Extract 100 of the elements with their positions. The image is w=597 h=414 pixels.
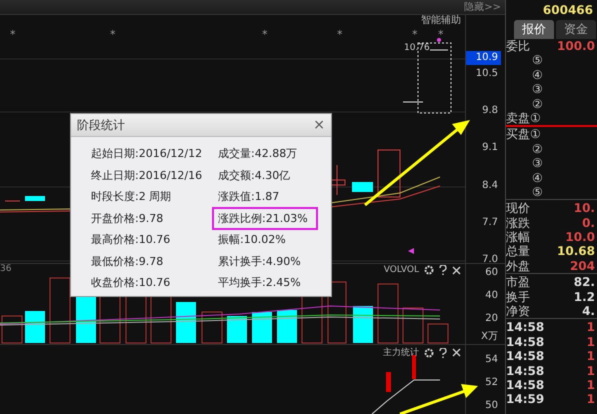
order-level: ⑤ [531, 184, 543, 200]
axis-label: 10.5 [474, 67, 499, 81]
hide-button[interactable]: 隐藏>> [464, 0, 501, 14]
assist-label: 智能辅助 [421, 15, 461, 27]
axis-label: 10.9 [466, 51, 501, 65]
candle [352, 182, 373, 192]
order-level: ④ [531, 68, 543, 82]
indicator-title: VOLVOL [384, 265, 419, 275]
trade-value: 1 [586, 364, 596, 378]
axis-label: 50 [484, 399, 499, 413]
volume-bar [402, 308, 424, 344]
axis-label: 9.8 [481, 104, 499, 118]
axis-label: 54 [484, 353, 499, 367]
tab[interactable]: 报价 [514, 20, 554, 39]
dialog-title: 阶段统计 [77, 116, 125, 134]
quote-value: 0. [582, 216, 596, 230]
order-level: ② [531, 96, 543, 111]
trade-time: 14:58 [506, 320, 544, 335]
chart-marker: * [110, 29, 116, 40]
force-bar [386, 372, 391, 392]
chart-marker: * [337, 29, 342, 40]
axis-label: 9.1 [481, 141, 499, 155]
volume-bar [227, 316, 247, 343]
statistic-text: 涨跌比例:21.03% [212, 206, 318, 230]
axis-label: 7.0 [481, 253, 499, 267]
volume-label: 36 [0, 264, 12, 274]
close-icon[interactable] [452, 266, 461, 274]
trade-value: 1 [586, 392, 596, 407]
volume-bar [428, 324, 448, 344]
force-bar [412, 355, 416, 379]
quote-value: 100.0 [557, 39, 596, 54]
volume-bar [277, 310, 297, 343]
chart-marker: * [438, 29, 444, 40]
axis-label: 8.4 [481, 179, 499, 193]
close-icon[interactable] [452, 348, 461, 357]
axis-label: 52 [484, 376, 499, 390]
dot-icon [437, 38, 441, 42]
trade-time: 14:58 [506, 364, 544, 378]
unit-label: X万 [480, 330, 499, 344]
statistic-text: 成交额:4.30亿 [217, 168, 292, 184]
chart-marker: * [262, 29, 268, 40]
quote-label: 换手 [506, 290, 530, 304]
volume-bar [202, 312, 222, 344]
quote-value: 204 [570, 258, 596, 274]
statistic-text: 终止日期:2016/12/16 [90, 168, 204, 184]
order-level: ③ [531, 82, 543, 97]
volume-bar [25, 311, 45, 343]
quote-label: 净资 [506, 304, 530, 318]
statistic-text: 平均换手:2.45% [217, 275, 302, 292]
quote-value: 82. [574, 275, 596, 290]
statistic-text: 时段长度:2 周期 [90, 189, 172, 206]
volume-bar [50, 278, 70, 344]
order-level: 买盘① [506, 127, 541, 142]
trade-time: 14:59 [506, 392, 544, 407]
force-line [372, 380, 440, 414]
statistic-text: 累计换手:4.90% [217, 254, 302, 270]
volume-bar [2, 316, 22, 344]
quote-value: 10. [574, 201, 596, 216]
volume-bar [252, 312, 272, 343]
statistic-text: 最低价格:9.78 [90, 254, 164, 270]
price-label: 10.76 [404, 43, 430, 53]
trade-time: 14:58 [506, 334, 544, 350]
trade-time: 14:58 [506, 349, 544, 364]
close-button[interactable]: × [313, 117, 325, 133]
order-level: ⑤ [531, 53, 543, 68]
quote-label: 涨跌 [506, 216, 530, 230]
axis-label: 60 [484, 266, 499, 280]
quote-label: 涨幅 [506, 230, 530, 244]
order-level: ③ [531, 156, 543, 171]
chart-marker: * [10, 29, 16, 40]
quote-value: 10.68 [557, 244, 596, 259]
trade-time: 14:58 [506, 378, 544, 392]
quote-label: 现价 [506, 201, 530, 216]
statistic-text: 开盘价格:9.78 [90, 210, 164, 227]
quote-label: 市盈 [506, 275, 530, 290]
settings-icon[interactable] [424, 265, 434, 275]
trade-value: 1 [586, 334, 596, 350]
quote-label: 外盘 [506, 258, 530, 274]
quote-value: 10.0 [565, 230, 596, 244]
quote-value: 4. [582, 304, 596, 318]
tab[interactable]: 资金 [556, 20, 596, 39]
triangle-icon [408, 248, 414, 254]
statistic-text: 涨跌值:1.87 [217, 189, 280, 206]
statistic-text: 振幅:10.02% [217, 232, 287, 248]
axis-label: 7.7 [481, 216, 499, 230]
candle [378, 150, 400, 198]
volume-bar [176, 302, 196, 343]
statistic-text: 成交量:42.88万 [217, 146, 298, 162]
chart-marker: * [412, 29, 418, 40]
help-icon[interactable] [439, 348, 447, 358]
trade-value: 1 [586, 349, 596, 364]
statistic-text: 最高价格:10.76 [90, 232, 172, 248]
help-icon[interactable] [439, 265, 447, 275]
statistic-text: 收盘价格:10.76 [90, 275, 172, 292]
axis-label: 20 [484, 312, 499, 326]
order-level: 卖盘① [506, 110, 541, 126]
quote-value: 1.2 [574, 290, 596, 304]
settings-icon[interactable] [424, 348, 434, 358]
statistic-text: 起始日期:2016/12/12 [90, 146, 204, 162]
trade-value: 1 [586, 378, 596, 392]
